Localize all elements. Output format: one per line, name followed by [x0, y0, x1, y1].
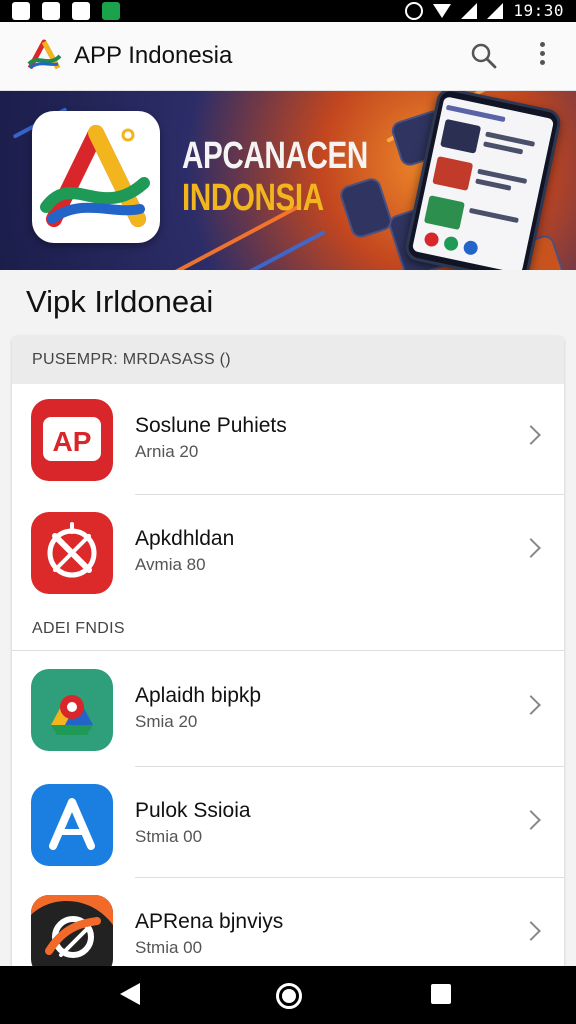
- ap-red-icon: AP: [31, 399, 113, 481]
- app-subtitle: Stmia 00: [135, 827, 203, 846]
- app-logo-icon: [32, 111, 160, 243]
- notification-icon: [42, 2, 60, 20]
- blue-a-icon: [31, 784, 113, 866]
- category-header: ADEI FNDIS: [32, 620, 125, 637]
- app-name: Apkdhldan: [135, 527, 235, 550]
- app-bar: APP Indonesia: [0, 22, 576, 91]
- signal-icon: [487, 2, 504, 19]
- app-title: APP Indonesia: [74, 42, 233, 69]
- clock: 19:30: [513, 1, 564, 20]
- back-icon[interactable]: [120, 983, 140, 1005]
- app-list-card: PUSEMPR: MRDASASS () AP Soslune Puhiets …: [12, 336, 564, 977]
- chevron-right-icon: [521, 695, 541, 715]
- list-item[interactable]: Pulok Ssioia Stmia 00: [12, 769, 564, 879]
- recent-apps-icon[interactable]: [431, 984, 451, 1004]
- divider: [12, 650, 564, 651]
- system-nav-bar: [0, 966, 576, 1024]
- category-header: PUSEMPR: MRDASASS (): [12, 336, 564, 384]
- app-subtitle: Arnia 20: [135, 442, 199, 461]
- list-item[interactable]: Aplaidh bipkþ Smia 20: [12, 654, 564, 764]
- notification-icon: [102, 2, 120, 20]
- app-name: Soslune Puhiets: [135, 414, 287, 437]
- app-subtitle: Stmia 00: [135, 938, 203, 957]
- divider: [135, 877, 564, 878]
- divider: [135, 494, 564, 495]
- orange-swirl-icon: [31, 895, 113, 977]
- chevron-right-icon: [521, 921, 541, 941]
- status-bar: 19:30: [0, 0, 576, 22]
- banner-headline: APCANACEN: [182, 135, 368, 177]
- red-compass-icon: [31, 512, 113, 594]
- list-item[interactable]: Apkdhldan Avmia 80: [12, 497, 564, 607]
- app-name: Pulok Ssioia: [135, 799, 251, 822]
- app-name: APRena bjnviys: [135, 910, 284, 933]
- svg-text:AP: AP: [53, 426, 92, 457]
- chevron-right-icon: [521, 425, 541, 445]
- notification-icon: [72, 2, 90, 20]
- banner-subheadline: INDONSIA: [182, 177, 324, 219]
- app-logo-icon: [27, 39, 62, 70]
- app-name: Aplaidh bipkþ: [135, 684, 262, 707]
- phone-illustration: [337, 175, 395, 241]
- search-icon[interactable]: [470, 42, 498, 70]
- list-item[interactable]: AP Soslune Puhiets Arnia 20: [12, 384, 564, 494]
- chevron-right-icon: [521, 810, 541, 830]
- alarm-icon: [405, 1, 424, 20]
- promo-banner[interactable]: APCANACEN INDONSIA: [0, 91, 576, 270]
- signal-icon: [461, 2, 478, 19]
- notification-icon: [12, 2, 30, 20]
- chevron-right-icon: [521, 538, 541, 558]
- divider: [135, 766, 564, 767]
- home-icon[interactable]: [276, 983, 302, 1009]
- app-subtitle: Smia 20: [135, 712, 198, 731]
- section-title: Vipk Irldoneai: [26, 284, 214, 319]
- more-options-icon[interactable]: [538, 42, 546, 70]
- app-subtitle: Avmia 80: [135, 555, 206, 574]
- green-drive-icon: [31, 669, 113, 751]
- wifi-icon: [433, 3, 452, 18]
